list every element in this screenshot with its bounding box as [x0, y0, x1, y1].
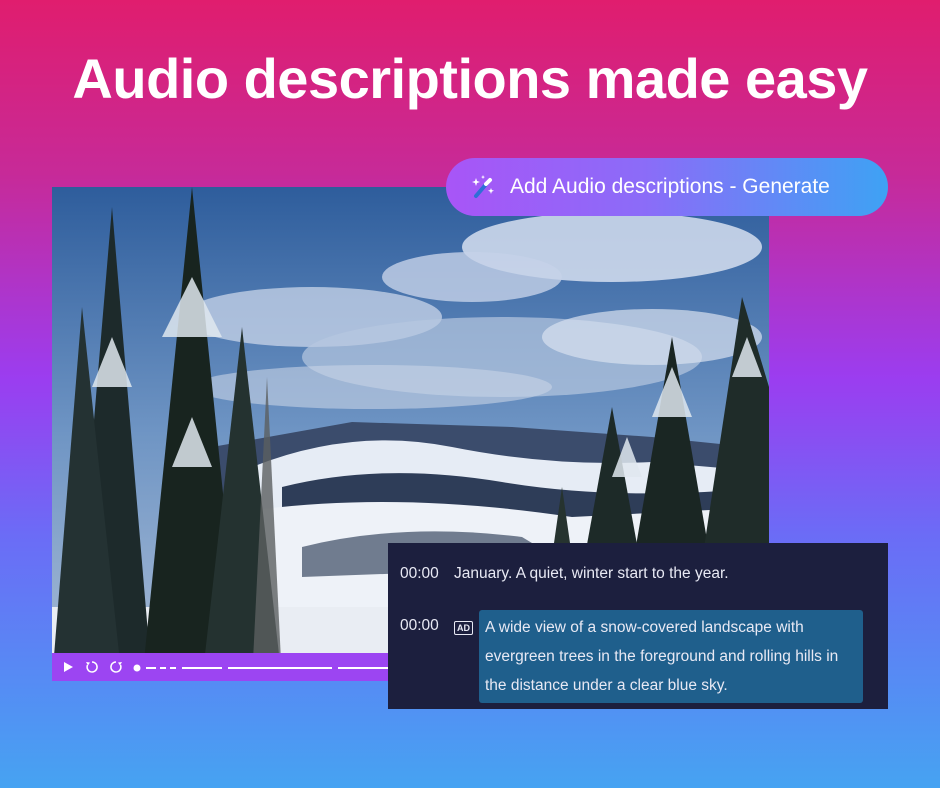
page-headline: Audio descriptions made easy	[72, 47, 868, 110]
forward-icon[interactable]	[108, 659, 124, 675]
transcript-panel: 00:00 January. A quiet, winter start to …	[388, 543, 888, 709]
transcript-row-audio-description[interactable]: 00:00 AD A wide view of a snow-covered l…	[400, 610, 863, 703]
generate-audio-descriptions-button[interactable]: Add Audio descriptions - Generate	[446, 158, 888, 216]
caption-text: January. A quiet, winter start to the ye…	[454, 565, 729, 582]
rewind-icon[interactable]	[84, 659, 100, 675]
audio-description-text[interactable]: A wide view of a snow-covered landscape …	[479, 610, 863, 703]
generate-button-label: Add Audio descriptions - Generate	[510, 175, 830, 198]
audio-description-badge-icon: AD	[454, 621, 473, 635]
magic-wand-icon	[472, 175, 494, 198]
play-icon[interactable]	[60, 659, 76, 675]
transcript-row[interactable]: 00:00 January. A quiet, winter start to …	[400, 565, 729, 583]
caption-timestamp: 00:00	[400, 565, 439, 582]
caption-timestamp: 00:00	[400, 617, 439, 634]
